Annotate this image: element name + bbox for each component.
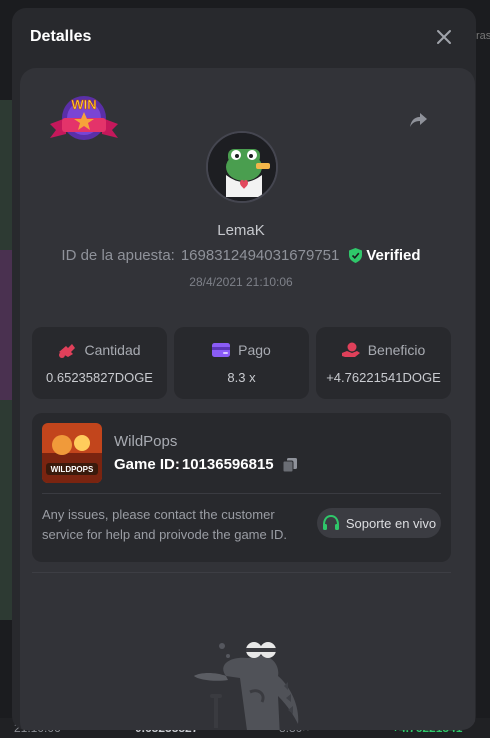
bet-id-label: ID de la apuesta: <box>61 247 175 264</box>
stat-amount: Cantidad 0.65235827DOGE <box>32 327 167 399</box>
bet-details-panel: WIN LemaK ID de la apuesta: 169831249403… <box>20 68 475 730</box>
stat-profit-label: Beneficio <box>367 341 426 358</box>
win-badge: WIN <box>46 90 122 148</box>
hand-coin-icon <box>341 342 360 357</box>
modal-title: Detalles <box>30 28 92 45</box>
headset-icon <box>322 515 339 530</box>
game-id-value: 10136596815 <box>181 456 274 473</box>
verified-badge: Verified <box>349 247 421 264</box>
game-thumbnail-text: WILDPOPS <box>51 465 94 474</box>
divider <box>32 572 451 573</box>
live-support-button[interactable]: Soporte en vivo <box>317 508 441 538</box>
stat-amount-value: 0.65235827DOGE <box>46 369 153 385</box>
game-id-label: Game ID: <box>114 456 180 473</box>
win-badge-text: WIN <box>71 97 96 112</box>
stat-payout-label: Pago <box>238 341 271 358</box>
stat-profit: Beneficio +4.76221541DOGE <box>316 327 451 399</box>
wallet-stack-icon <box>59 343 76 358</box>
game-card: WILDPOPS WildPops Game ID: 10136596815 A… <box>32 413 451 562</box>
verified-label: Verified <box>366 247 421 264</box>
close-button[interactable] <box>432 25 456 49</box>
card-icon <box>212 342 231 357</box>
bet-stats: Cantidad 0.65235827DOGE Pago 8.3 x Benef… <box>32 327 451 399</box>
bet-id-value: 1698312494031679751 <box>180 247 340 264</box>
stat-payout: Pago 8.3 x <box>174 327 309 399</box>
stat-profit-value: +4.76221541DOGE <box>326 369 441 385</box>
details-modal: Detalles WIN LemaK ID de la apuesta: 169… <box>12 8 476 730</box>
stat-payout-value: 8.3 x <box>227 369 256 385</box>
divider <box>42 493 441 494</box>
game-id-row: Game ID: 10136596815 <box>114 456 298 473</box>
live-support-label: Soporte en vivo <box>345 515 437 531</box>
modal-header: Detalles <box>12 8 476 66</box>
bet-id-row: ID de la apuesta: 1698312494031679751 Ve… <box>20 247 462 264</box>
game-thumbnail[interactable]: WILDPOPS <box>42 423 102 483</box>
game-name[interactable]: WildPops <box>114 433 177 450</box>
background-text-right: ras <box>476 30 490 42</box>
close-icon <box>437 30 451 44</box>
avatar <box>206 131 278 203</box>
bet-timestamp: 28/4/2021 21:10:06 <box>189 275 293 289</box>
share-button[interactable] <box>406 108 430 132</box>
mascot-illustration <box>188 636 300 730</box>
stat-amount-label: Cantidad <box>84 341 141 358</box>
username: LemaK <box>217 222 265 239</box>
share-icon <box>410 113 427 127</box>
copy-icon[interactable] <box>282 457 298 473</box>
support-text: Any issues, please contact the customer … <box>42 507 287 542</box>
shield-check-icon <box>349 248 363 263</box>
